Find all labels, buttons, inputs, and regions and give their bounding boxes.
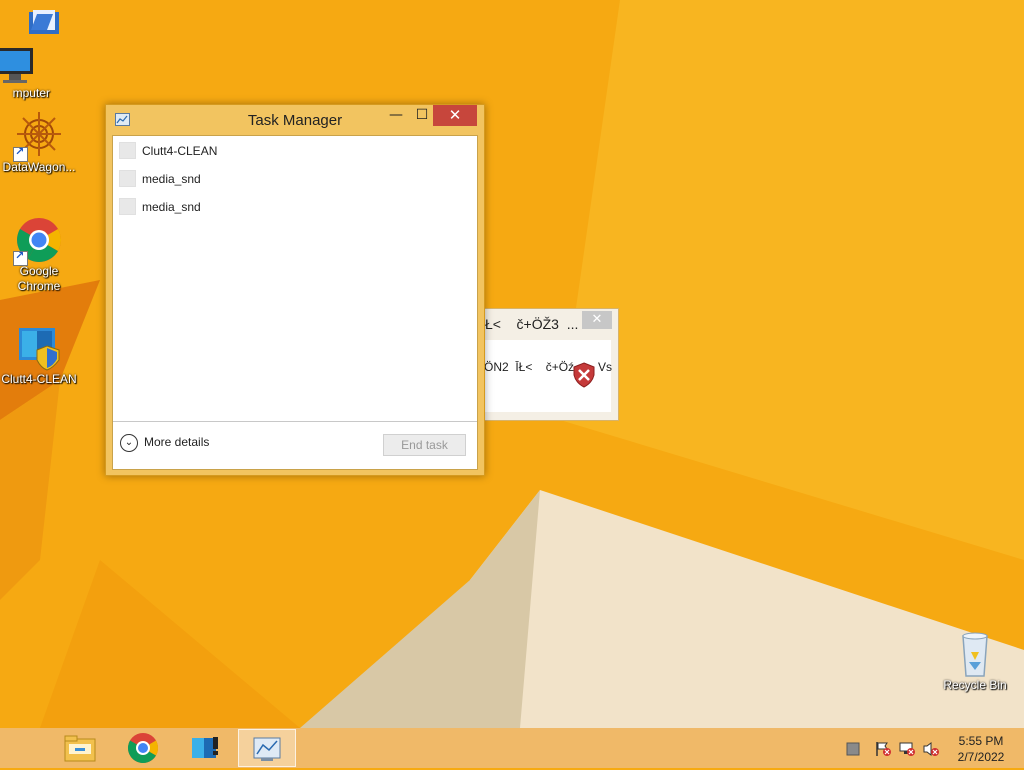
clutt4-clean-icon xyxy=(15,324,63,372)
popup-title: Ł< č+ÖŽ3 ... xyxy=(485,316,579,332)
clutt4-clean-icon xyxy=(192,737,218,758)
chrome-icon xyxy=(127,733,158,764)
desktop-icon-network[interactable] xyxy=(0,4,78,38)
desktop-icon-label: DataWagon... xyxy=(2,160,76,174)
task-manager-content: Clutt4-CLEAN media_snd media_snd ⌄ More d… xyxy=(112,135,478,470)
task-manager-window[interactable]: Task Manager — ☐ ✕ Clutt4-CLEAN media_sn… xyxy=(105,104,485,476)
action-center-icon[interactable] xyxy=(845,741,861,757)
shortcut-arrow-icon xyxy=(13,249,28,266)
flag-error-icon[interactable] xyxy=(874,741,891,757)
taskbar-chrome-button[interactable] xyxy=(114,729,172,767)
more-details-toggle[interactable]: ⌄ More details xyxy=(120,434,209,452)
chrome-icon xyxy=(13,216,63,266)
datawagon-icon xyxy=(13,112,63,162)
shortcut-arrow-icon xyxy=(13,145,28,162)
network-folder-icon xyxy=(15,4,63,38)
close-button[interactable]: ✕ xyxy=(433,105,477,126)
process-name: media_snd xyxy=(142,171,201,186)
file-explorer-icon xyxy=(64,735,96,762)
desktop-icon-recycle-bin[interactable]: Recycle Bin xyxy=(936,630,1014,693)
process-icon xyxy=(119,142,136,160)
desktop-icon-computer[interactable]: mputer xyxy=(0,44,50,101)
computer-icon xyxy=(0,44,35,86)
taskbar-file-explorer-button[interactable] xyxy=(51,729,109,767)
process-icon xyxy=(119,198,136,216)
end-task-button[interactable]: End task xyxy=(383,434,466,456)
maximize-button[interactable]: ☐ xyxy=(409,105,435,126)
taskbar-clutt4-clean-button[interactable] xyxy=(176,729,234,767)
volume-muted-icon[interactable] xyxy=(922,741,939,757)
taskbar: 5:55 PM 2/7/2022 xyxy=(0,728,1024,768)
network-icon[interactable] xyxy=(898,741,915,757)
task-manager-icon xyxy=(253,737,281,761)
desktop-icon-google-chrome[interactable]: Google Chrome xyxy=(0,216,78,294)
popup-trailing-text: Vs xyxy=(598,360,613,374)
popup-message: ÖN2 ĪŁ< č+Öź xyxy=(484,360,575,374)
garbled-popup-window[interactable]: Ł< č+ÖŽ3 ... ✕ ÖN2 ĪŁ< č+Öź Vs xyxy=(478,308,619,421)
error-shield-icon xyxy=(573,362,595,388)
process-name: media_snd xyxy=(142,199,201,214)
clock-time: 5:55 PM xyxy=(958,734,1004,748)
recycle-bin-icon xyxy=(951,630,999,678)
taskbar-clock[interactable]: 5:55 PM 2/7/2022 xyxy=(948,733,1014,765)
taskbar-task-manager-button[interactable] xyxy=(238,729,296,767)
footer-divider xyxy=(113,421,477,422)
process-row[interactable]: Clutt4-CLEAN xyxy=(119,140,217,160)
desktop-icon-clutt4-clean[interactable]: Clutt4-CLEAN xyxy=(0,324,78,387)
minimize-button[interactable]: — xyxy=(383,105,409,126)
popup-body: ÖN2 ĪŁ< č+Öź Vs xyxy=(484,340,613,412)
process-icon xyxy=(119,170,136,188)
process-row[interactable]: media_snd xyxy=(119,196,201,216)
desktop-icon-label: Google Chrome xyxy=(17,264,61,293)
desktop-icon-label: Clutt4-CLEAN xyxy=(1,372,77,386)
popup-close-button[interactable]: ✕ xyxy=(582,311,612,329)
desktop-icon-label: Recycle Bin xyxy=(943,678,1007,692)
clock-date: 2/7/2022 xyxy=(957,750,1005,764)
task-manager-titlebar[interactable]: Task Manager — ☐ ✕ xyxy=(106,105,484,134)
process-row[interactable]: media_snd xyxy=(119,168,201,188)
more-details-label: More details xyxy=(144,435,210,450)
desktop-icon-datawagon[interactable]: DataWagon... xyxy=(0,112,78,175)
process-name: Clutt4-CLEAN xyxy=(142,143,218,158)
desktop-icon-label: mputer xyxy=(12,86,50,100)
chevron-down-icon: ⌄ xyxy=(120,434,138,452)
